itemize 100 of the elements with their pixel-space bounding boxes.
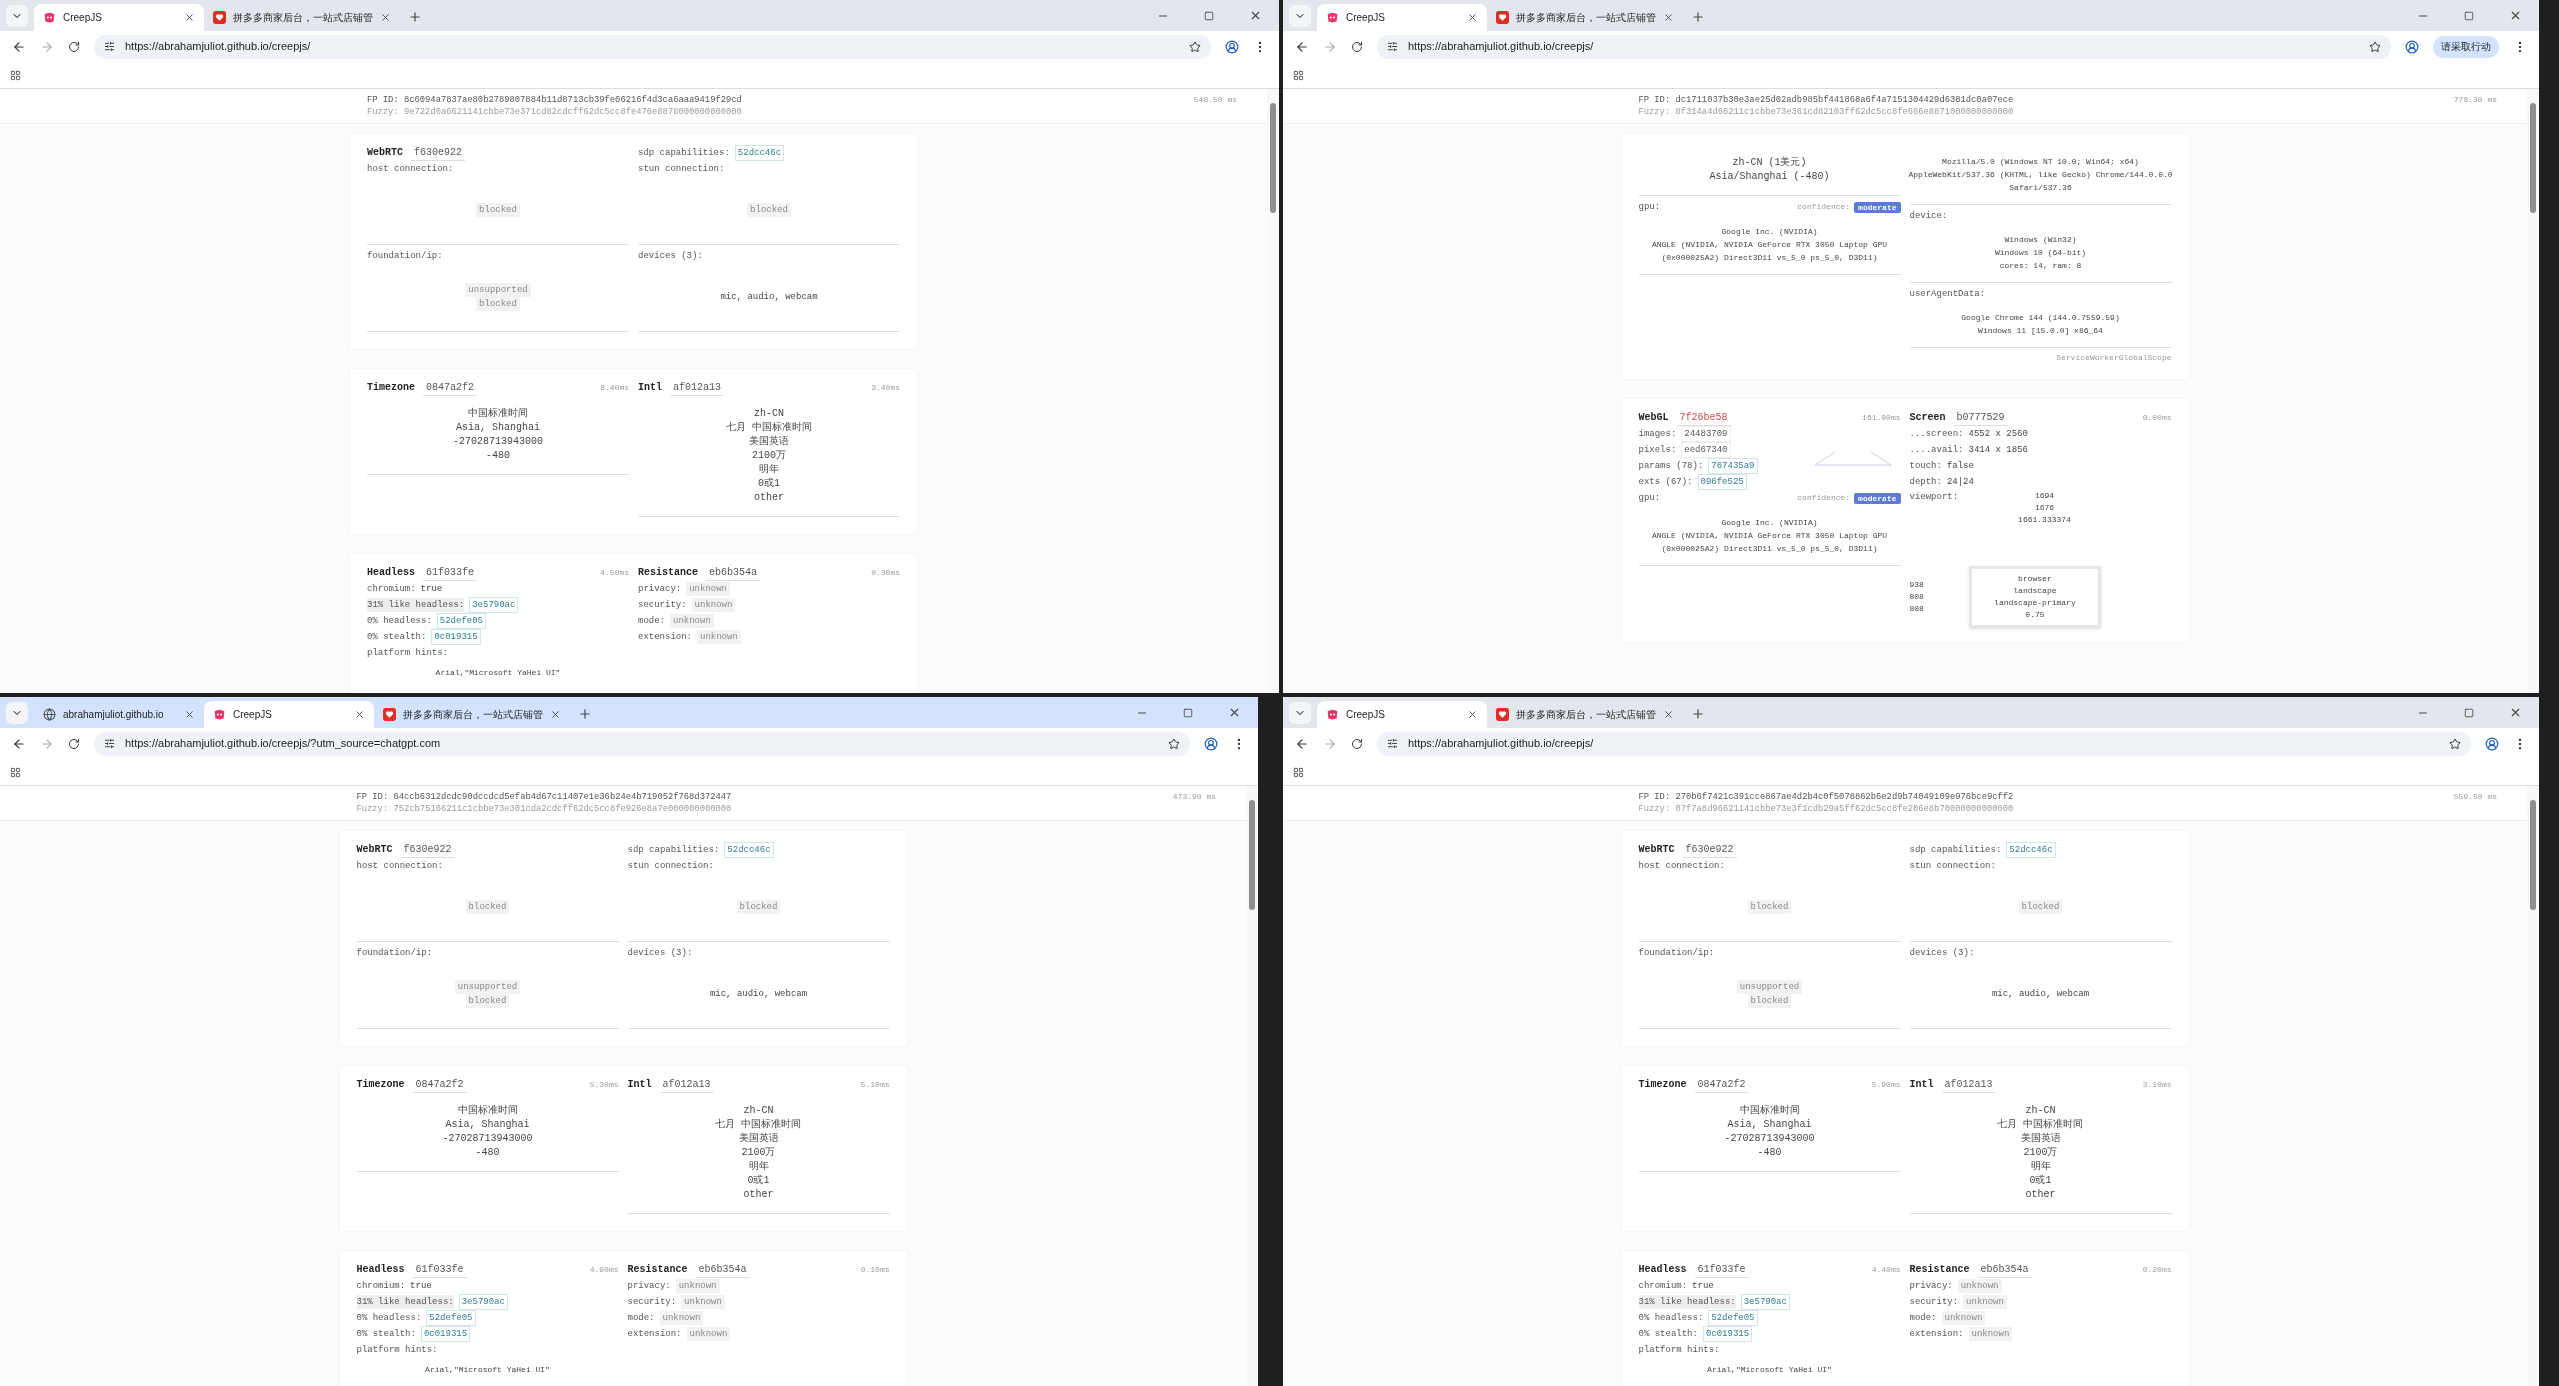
fuzzy-hash: Fuzzy: 752cb75166211c1cbbe73e301cda2cdcff62dc5cc8fe926e8a7e000000000000	[356, 803, 733, 815]
bookmark-star-icon[interactable]	[2449, 737, 2461, 750]
hash-link[interactable]: 0c019315	[431, 629, 481, 645]
close-icon[interactable]	[184, 709, 195, 720]
close-icon[interactable]	[1467, 709, 1478, 720]
hash-link[interactable]: 3e5790ac	[469, 597, 519, 613]
bookmark-star-icon[interactable]	[1189, 40, 1201, 53]
new-tab-icon[interactable]	[1691, 707, 1705, 721]
browser-tab[interactable]: 拼多多商家后台，一站式店铺管	[374, 701, 570, 728]
bookmark-star-icon[interactable]	[2369, 40, 2381, 53]
browser-tab[interactable]: abrahamjuliot.github.io	[34, 701, 204, 728]
hash-link[interactable]: 52defe05	[1708, 1310, 1758, 1326]
field-label: foundation/ip:	[1638, 946, 1715, 960]
site-settings-icon[interactable]	[1387, 738, 1398, 749]
tab-list-button[interactable]	[1289, 702, 1311, 724]
scrollbar[interactable]	[1267, 89, 1279, 693]
maximize-icon[interactable]	[1183, 707, 1193, 718]
section-title: Screen	[1909, 411, 1946, 425]
scrollbar-thumb[interactable]	[2530, 103, 2536, 213]
address-bar[interactable]: https://abrahamjuliot.github.io/creepjs/	[94, 34, 1211, 59]
hash-link[interactable]: 0c019315	[1702, 1326, 1753, 1342]
value-text: Windows (Win32)	[2004, 234, 2077, 246]
close-icon[interactable]	[354, 709, 365, 720]
maximize-icon[interactable]	[2464, 707, 2474, 718]
browser-tab[interactable]: 拼多多商家后台，一站式店铺管	[1487, 4, 1683, 31]
profile-icon[interactable]	[1204, 736, 1218, 751]
browser-tab[interactable]: CreepJS	[1317, 701, 1487, 728]
reload-icon[interactable]	[68, 40, 80, 53]
back-icon[interactable]	[1295, 736, 1309, 751]
close-icon[interactable]	[1249, 9, 1262, 22]
maximize-icon[interactable]	[2464, 10, 2474, 21]
close-icon[interactable]	[2509, 706, 2522, 719]
apps-icon[interactable]	[1293, 766, 1304, 778]
tab-list-button[interactable]	[6, 702, 28, 724]
reload-icon[interactable]	[68, 737, 80, 750]
hash-link[interactable]: 52dcc46c	[2006, 842, 2056, 858]
action-button[interactable]: 请采取行动	[2433, 35, 2499, 58]
apps-icon[interactable]	[10, 69, 21, 81]
close-icon[interactable]	[1663, 709, 1674, 720]
field-label: platform hints:	[1638, 1343, 1720, 1357]
site-settings-icon[interactable]	[104, 41, 115, 52]
close-icon[interactable]	[1228, 706, 1241, 719]
field-value: unknown	[659, 1311, 704, 1325]
profile-icon[interactable]	[2485, 736, 2499, 751]
maximize-icon[interactable]	[1204, 10, 1214, 21]
url-text: https://abrahamjuliot.github.io/creepjs/?utm_source=chatgpt.com	[125, 736, 442, 752]
browser-tab[interactable]: CreepJS	[1317, 4, 1487, 31]
close-icon[interactable]	[550, 709, 561, 720]
apps-icon[interactable]	[10, 766, 21, 778]
apps-icon[interactable]	[1293, 69, 1304, 81]
field-label: devices (3):	[1909, 946, 1975, 960]
hash-link[interactable]: 3e5790ac	[458, 1294, 508, 1310]
hash-link[interactable]: 52defe05	[426, 1310, 476, 1326]
new-tab-icon[interactable]	[408, 10, 422, 24]
address-bar[interactable]: https://abrahamjuliot.github.io/creepjs/	[1377, 731, 2471, 756]
hash-link[interactable]: 3e5790ac	[1740, 1294, 1790, 1310]
scrollbar-thumb[interactable]	[2530, 800, 2536, 910]
browser-tab[interactable]: 拼多多商家后台，一站式店铺管	[1487, 701, 1683, 728]
scrollbar[interactable]	[1246, 786, 1258, 1386]
section-title: Resistance	[1909, 1263, 1970, 1277]
close-icon[interactable]	[184, 12, 195, 23]
bookmark-star-icon[interactable]	[1168, 737, 1180, 750]
field-label: host connection:	[356, 859, 443, 873]
field-label: foundation/ip:	[356, 946, 433, 960]
field-label: security:	[1909, 1296, 1959, 1309]
close-icon[interactable]	[2509, 9, 2522, 22]
scrollbar-thumb[interactable]	[1270, 103, 1276, 213]
address-bar[interactable]: https://abrahamjuliot.github.io/creepjs/?utm_source=chatgpt.com	[94, 731, 1190, 756]
hash-link[interactable]: 0c019315	[420, 1326, 471, 1342]
reload-icon[interactable]	[1351, 737, 1363, 750]
timing-text: 3.10ms	[2142, 1079, 2172, 1091]
hash-link[interactable]: 096fe525	[1697, 474, 1747, 490]
hash-link[interactable]: 52dcc46c	[724, 842, 774, 858]
tab-list-button[interactable]	[6, 5, 28, 27]
close-icon[interactable]	[380, 12, 391, 23]
back-icon[interactable]	[12, 736, 26, 751]
browser-tab[interactable]: CreepJS	[34, 4, 204, 31]
close-icon[interactable]	[1663, 12, 1674, 23]
profile-icon[interactable]	[1225, 39, 1239, 54]
back-icon[interactable]	[12, 39, 26, 54]
close-icon[interactable]	[1467, 12, 1478, 23]
site-settings-icon[interactable]	[104, 738, 115, 749]
back-icon[interactable]	[1295, 39, 1309, 54]
address-bar[interactable]: https://abrahamjuliot.github.io/creepjs/	[1377, 34, 2391, 59]
scrollbar[interactable]	[2527, 89, 2539, 693]
profile-icon[interactable]	[2405, 39, 2419, 54]
hash-link[interactable]: 52defe05	[436, 613, 487, 629]
site-settings-icon[interactable]	[1387, 41, 1398, 52]
browser-tab[interactable]: CreepJS	[204, 701, 374, 728]
scrollbar[interactable]	[2527, 786, 2539, 1386]
reload-icon[interactable]	[1351, 40, 1363, 53]
new-tab-icon[interactable]	[1691, 10, 1705, 24]
hash-link[interactable]: 767435a9	[1708, 458, 1758, 474]
value-text: 美国英语	[738, 1132, 779, 1146]
hash-link[interactable]: 52dcc46c	[734, 145, 785, 161]
scrollbar-thumb[interactable]	[1249, 800, 1255, 910]
browser-tab[interactable]: 拼多多商家后台，一站式店铺管	[204, 4, 400, 31]
tab-list-button[interactable]	[1289, 5, 1311, 27]
tab-title: CreepJS	[1346, 11, 1386, 25]
new-tab-icon[interactable]	[578, 707, 592, 721]
